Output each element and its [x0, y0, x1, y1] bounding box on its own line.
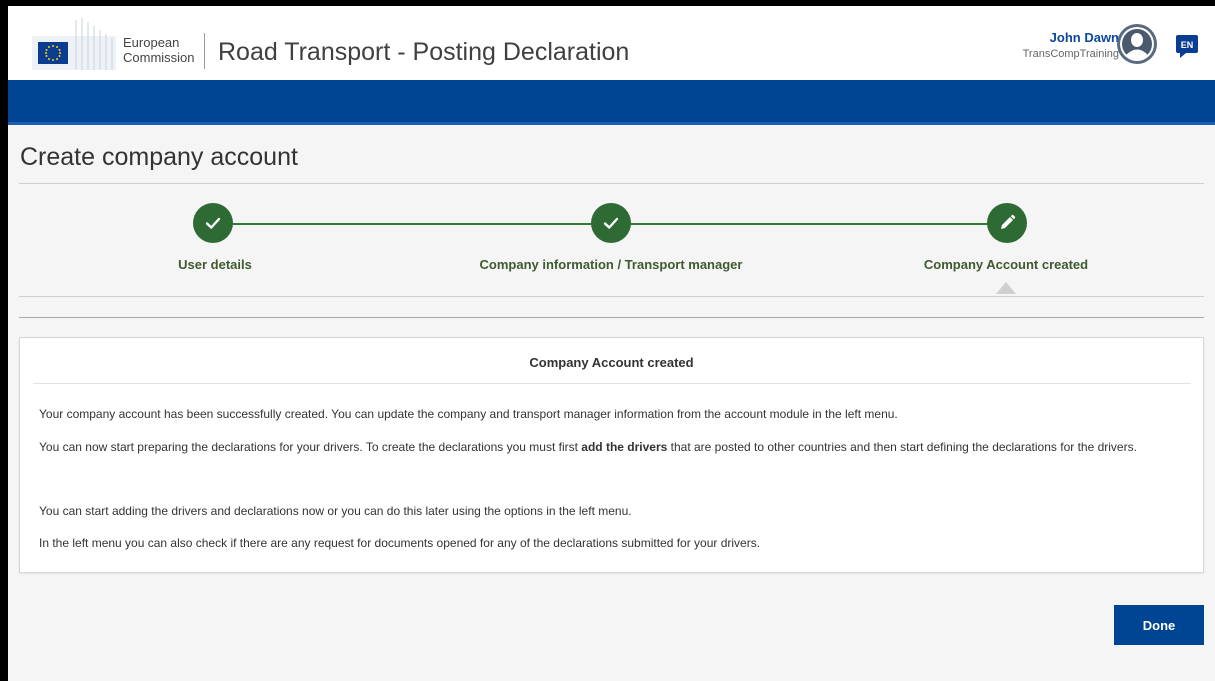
panel-divider [33, 383, 1191, 384]
app-window: European Commission Road Transport - Pos… [8, 6, 1215, 681]
step-2-check-icon [591, 203, 631, 243]
language-icon[interactable]: EN [1174, 33, 1200, 59]
user-avatar-icon[interactable] [1116, 23, 1158, 65]
done-button[interactable]: Done [1114, 605, 1204, 645]
info-paragraph-3: You can start adding the drivers and dec… [39, 504, 632, 518]
step-connector-1 [213, 223, 611, 225]
info-paragraph-1: Your company account has been successful… [39, 407, 898, 421]
user-organisation: TransCompTraining [1022, 48, 1119, 60]
current-step-pointer [996, 282, 1016, 294]
section-divider [19, 317, 1204, 318]
add-drivers-emphasis: add the drivers [581, 440, 668, 454]
header-divider [204, 33, 205, 69]
step-1-label: User details [178, 257, 252, 272]
step-connector-2 [611, 223, 1008, 225]
user-name[interactable]: John Dawn [1050, 30, 1119, 45]
info-paragraph-2-text-end: that are posted to other countries and t… [667, 440, 1137, 454]
panel-title: Company Account created [529, 355, 694, 370]
organisation-name-line2: Commission [123, 50, 195, 65]
step-3-label: Company Account created [923, 257, 1089, 272]
info-paragraph-2: You can now start preparing the declarat… [39, 438, 1189, 456]
eu-flag-logo[interactable] [32, 18, 116, 70]
app-title: Road Transport - Posting Declaration [218, 38, 630, 66]
step-2-label: Company information / Transport manager [479, 257, 743, 272]
step-1-check-icon [193, 203, 233, 243]
step-3-pencil-icon [987, 203, 1027, 243]
page-title: Create company account [20, 143, 298, 171]
info-paragraph-2-text: You can now start preparing the declarat… [39, 440, 582, 454]
organisation-name-line1: European [123, 35, 180, 50]
organisation-name: European Commission [123, 35, 195, 65]
language-label: EN [1181, 40, 1194, 50]
confirmation-panel: Company Account created Your company acc… [19, 337, 1204, 573]
info-paragraph-4: In the left menu you can also check if t… [39, 536, 761, 550]
navigation-bar [8, 80, 1215, 125]
title-divider [19, 183, 1204, 184]
header: European Commission Road Transport - Pos… [8, 6, 1215, 80]
stepper-divider [19, 296, 1204, 297]
